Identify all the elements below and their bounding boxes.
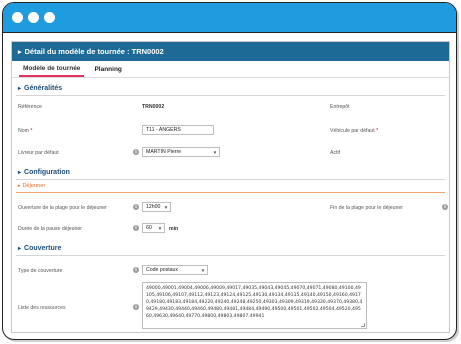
divider <box>16 179 445 180</box>
ressources-label: Liste des ressources <box>18 305 66 311</box>
panel-title-bar[interactable]: ▸ Détail du modèle de tournée : TRN0002 <box>12 42 449 61</box>
chevron-right-icon: ▸ <box>18 183 21 189</box>
type-couverture-select-value: Code postaux <box>146 267 179 273</box>
chevron-right-icon: ▸ <box>18 48 22 56</box>
info-icon[interactable]: i <box>133 149 139 155</box>
subsection-dejeuner-title: Déjeuner <box>22 183 46 189</box>
info-icon[interactable]: i <box>133 304 139 310</box>
dropdown-arrow-icon: ▼ <box>212 149 218 155</box>
ouverture-select[interactable]: 12h00 ▼ <box>142 202 171 212</box>
section-couverture-header[interactable]: ▸ Couverture <box>18 245 61 252</box>
section-generalites-title: Généralités <box>24 85 63 92</box>
required-marker: * <box>376 128 379 134</box>
tab-planning[interactable]: Planning <box>90 66 125 77</box>
fin-label: Fin de la plage pour le déjeuner <box>330 205 403 211</box>
duree-select-value: 60 <box>146 225 152 231</box>
vehicule-label-text: Véhicule par défaut <box>330 128 375 134</box>
actif-label: Actif <box>330 150 341 156</box>
subsection-dejeuner-header[interactable]: ▸ Déjeuner <box>18 183 45 189</box>
detail-panel: ▸ Détail du modèle de tournée : TRN0002 … <box>11 41 450 333</box>
window-dot <box>44 12 55 23</box>
ressources-textarea[interactable]: 49000,49001,49004,49006,49009,49017,4903… <box>142 282 367 329</box>
info-icon[interactable]: i <box>133 225 139 231</box>
nom-label-text: Nom <box>18 128 29 134</box>
type-couverture-select[interactable]: Code postaux ▼ <box>142 265 208 275</box>
tab-modele-tournee[interactable]: Modèle de tournée <box>19 65 85 77</box>
entrepot-label: Entrepôt <box>330 104 350 110</box>
info-icon[interactable]: i <box>133 267 139 273</box>
device-frame: ▸ Détail du modèle de tournée : TRN0002 … <box>2 2 457 340</box>
resize-handle[interactable] <box>361 323 365 327</box>
nom-input[interactable]: T11 - ANGERS <box>142 125 214 135</box>
dropdown-arrow-icon: ▼ <box>163 204 169 210</box>
panel-title: Détail du modèle de tournée : TRN0002 <box>24 47 164 56</box>
required-marker: * <box>30 128 33 134</box>
livreur-select[interactable]: MARTIN Pierre ▼ <box>142 147 220 157</box>
chevron-right-icon: ▸ <box>18 86 22 92</box>
chevron-right-icon: ▸ <box>18 246 22 252</box>
tab-bar: Modèle de tournée Planning <box>12 61 449 78</box>
ouverture-label: Ouverture de la plage pour le déjeuner <box>18 205 107 211</box>
divider <box>16 255 445 256</box>
window-dots <box>12 12 55 23</box>
reference-label: Référence <box>18 104 42 110</box>
window-dot <box>28 12 39 23</box>
divider-orange <box>16 192 445 193</box>
livreur-select-value: MARTIN Pierre <box>146 149 182 155</box>
duree-select[interactable]: 60 ▼ <box>142 223 165 233</box>
reference-value: TRN0002 <box>142 104 165 110</box>
section-couverture-title: Couverture <box>24 245 62 252</box>
divider <box>16 95 445 96</box>
nom-label: Nom * <box>18 128 32 134</box>
type-couverture-label: Type de couverture <box>18 268 63 274</box>
window-dot <box>12 12 23 23</box>
vehicule-label: Véhicule par défaut * <box>330 128 378 134</box>
duree-unit: min <box>169 226 179 232</box>
section-generalites-header[interactable]: ▸ Généralités <box>18 85 62 92</box>
dropdown-arrow-icon: ▼ <box>157 225 163 231</box>
ouverture-select-value: 12h00 <box>146 204 161 210</box>
ressources-textarea-text: 49000,49001,49004,49006,49009,49017,4903… <box>146 286 363 319</box>
browser-top-bar <box>3 3 456 33</box>
chevron-right-icon: ▸ <box>18 170 22 176</box>
info-icon[interactable]: i <box>442 204 448 210</box>
dropdown-arrow-icon: ▼ <box>200 267 206 273</box>
section-configuration-header[interactable]: ▸ Configuration <box>18 169 70 176</box>
livreur-label: Livreur par défaut <box>18 150 59 156</box>
duree-label: Durée de la pause déjeuner <box>18 226 83 232</box>
section-configuration-title: Configuration <box>24 169 70 176</box>
info-icon[interactable]: i <box>133 204 139 210</box>
